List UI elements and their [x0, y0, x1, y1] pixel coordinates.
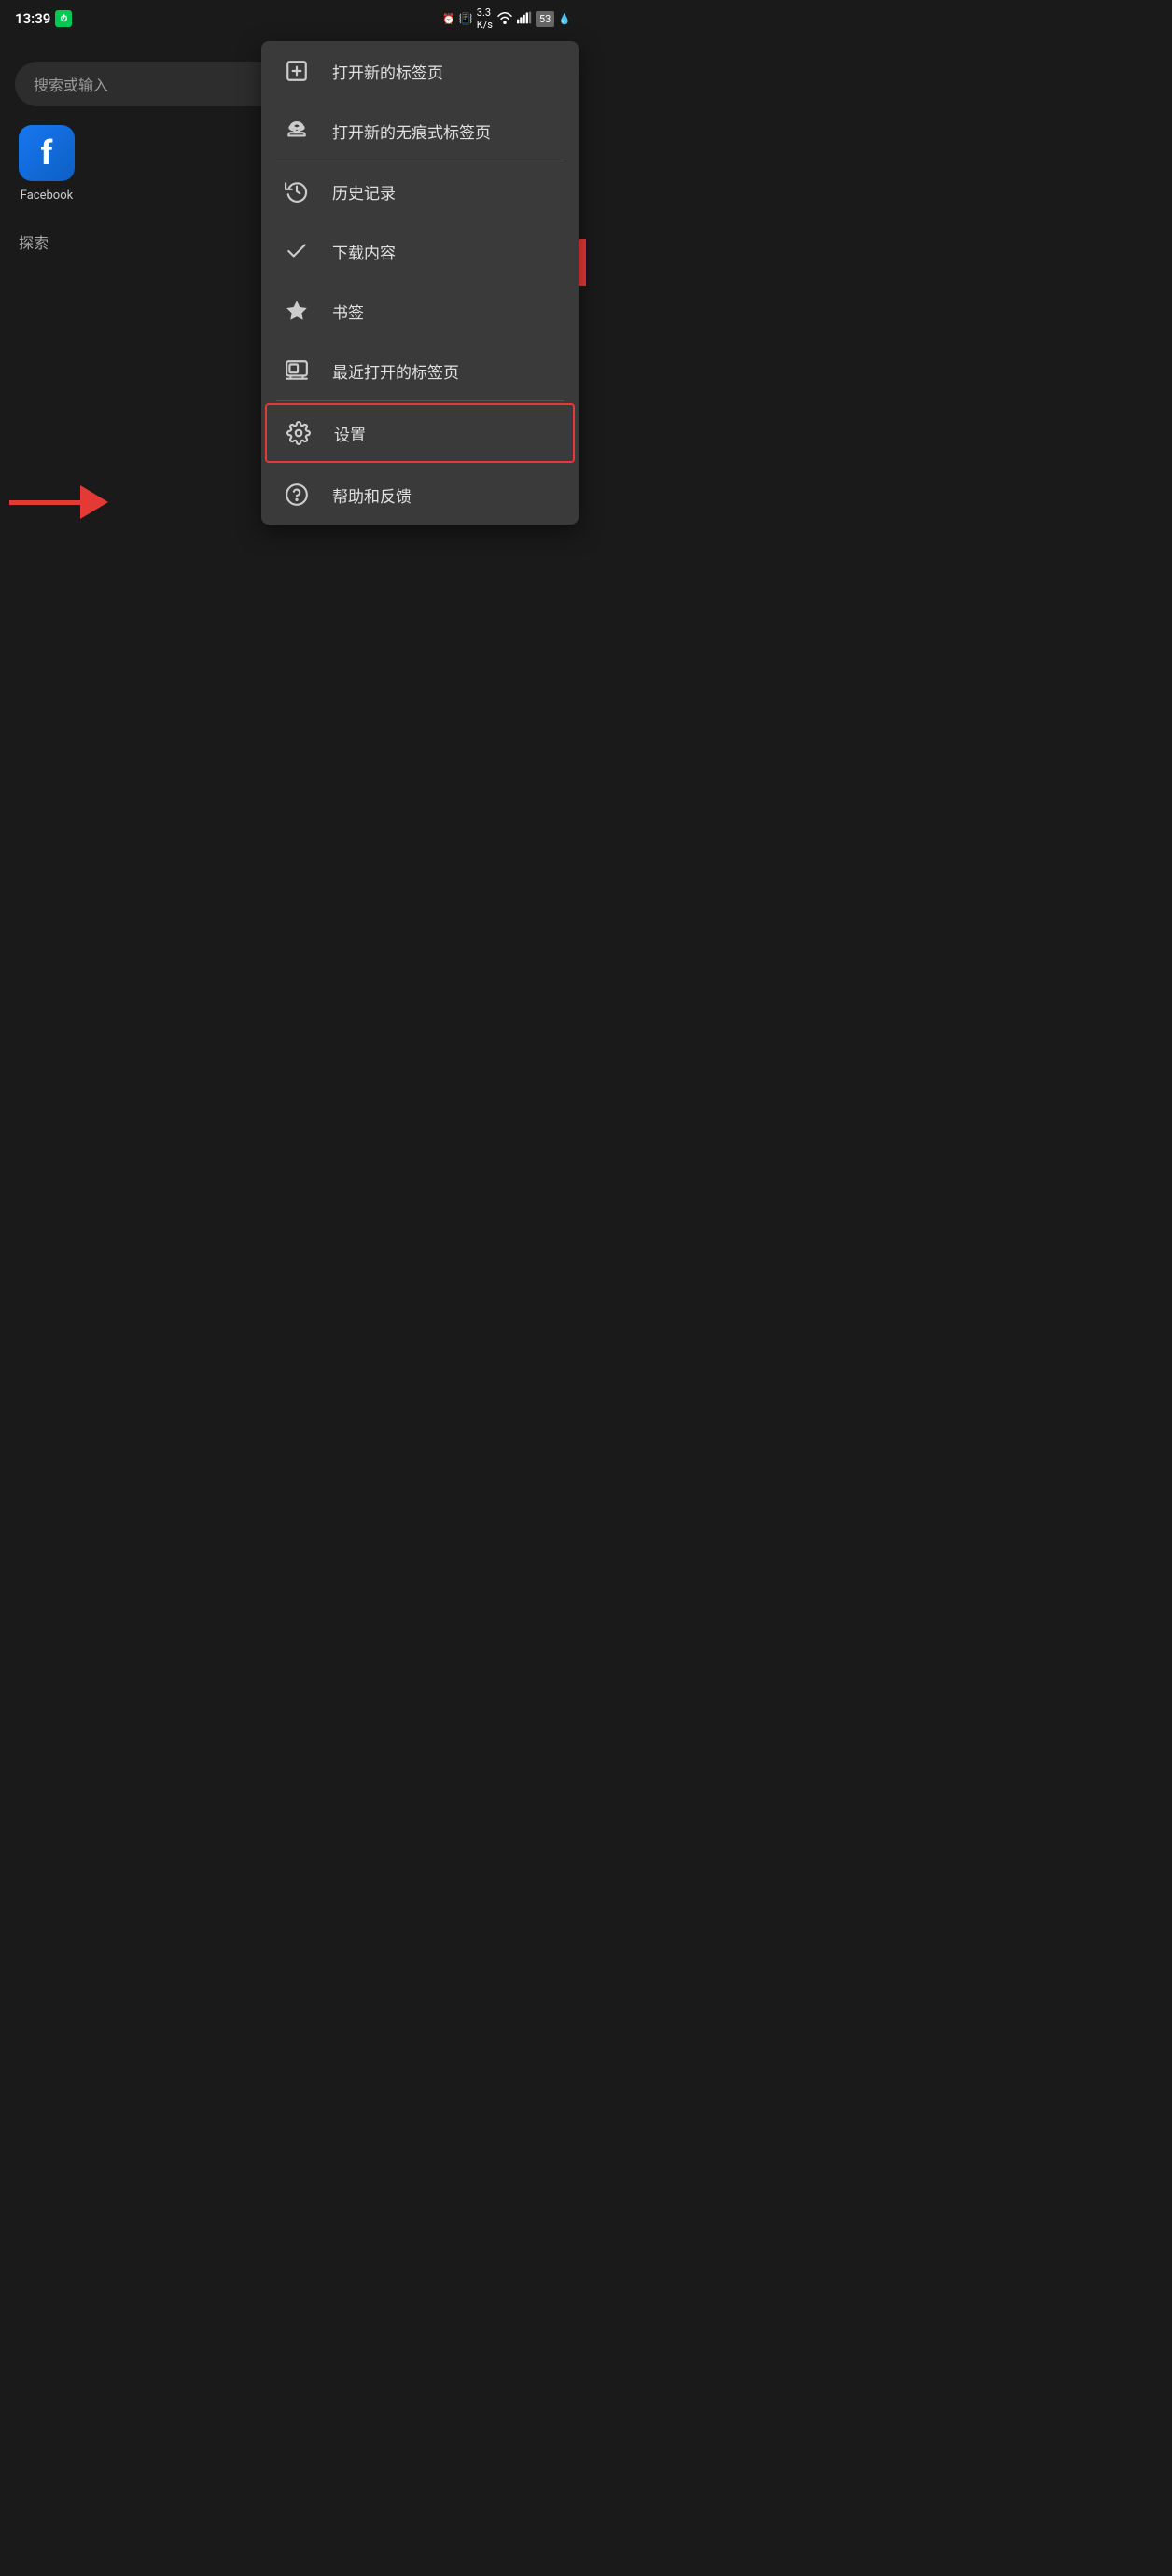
status-time: 13:39 ⏱: [15, 10, 72, 27]
divider-2: [276, 400, 564, 401]
menu-item-incognito[interactable]: 打开新的无痕式标签页: [261, 101, 579, 161]
settings-label: 设置: [334, 422, 366, 445]
battery-indicator: 53: [536, 11, 554, 27]
download-icon: [284, 238, 310, 264]
battery-drop-icon: 💧: [558, 13, 571, 25]
menu-item-help[interactable]: 帮助和反馈: [261, 465, 579, 525]
red-accent-bar: [579, 239, 586, 286]
settings-icon: [286, 420, 312, 446]
status-bar: 13:39 ⏱ ⏰ 📳 3.3K/s 53 💧: [0, 0, 586, 34]
wifi-icon: [496, 11, 513, 27]
arrow-head: [80, 485, 155, 519]
shortcut-facebook[interactable]: f Facebook: [19, 125, 75, 203]
facebook-icon: f: [19, 125, 75, 181]
context-menu: 打开新的标签页 打开新的无痕式标签页: [261, 41, 579, 525]
recent-tabs-icon: [284, 357, 310, 384]
bookmarks-label: 书签: [332, 300, 364, 323]
incognito-label: 打开新的无痕式标签页: [332, 119, 491, 143]
status-icons: ⏰ 📳 3.3K/s 53 💧: [442, 7, 571, 31]
menu-item-new-tab[interactable]: 打开新的标签页: [261, 41, 579, 101]
menu-item-history[interactable]: 历史记录: [261, 161, 579, 221]
search-placeholder: 搜索或输入: [34, 77, 108, 94]
time-display: 13:39: [15, 10, 50, 27]
vibrate-icon: 📳: [459, 12, 473, 25]
facebook-label: Facebook: [21, 189, 73, 203]
menu-item-settings[interactable]: 设置: [265, 403, 575, 463]
help-icon: [284, 482, 310, 508]
bookmark-icon: [284, 298, 310, 324]
timer-icon: ⏱: [55, 10, 72, 27]
recent-tabs-label: 最近打开的标签页: [332, 359, 459, 383]
alarm-icon: ⏰: [442, 13, 455, 25]
help-label: 帮助和反馈: [332, 483, 412, 507]
menu-item-recent-tabs[interactable]: 最近打开的标签页: [261, 341, 579, 400]
network-speed: 3.3K/s: [477, 7, 493, 31]
signal-icon: [517, 11, 532, 27]
arrow-pointer: [9, 485, 155, 519]
new-tab-label: 打开新的标签页: [332, 60, 443, 83]
menu-item-downloads[interactable]: 下载内容: [261, 221, 579, 281]
arrow-line: [9, 500, 84, 505]
downloads-label: 下载内容: [332, 240, 396, 263]
new-tab-icon: [284, 58, 310, 84]
history-icon: [284, 178, 310, 204]
incognito-icon: [284, 118, 310, 144]
history-label: 历史记录: [332, 180, 396, 203]
menu-item-bookmarks[interactable]: 书签: [261, 281, 579, 341]
